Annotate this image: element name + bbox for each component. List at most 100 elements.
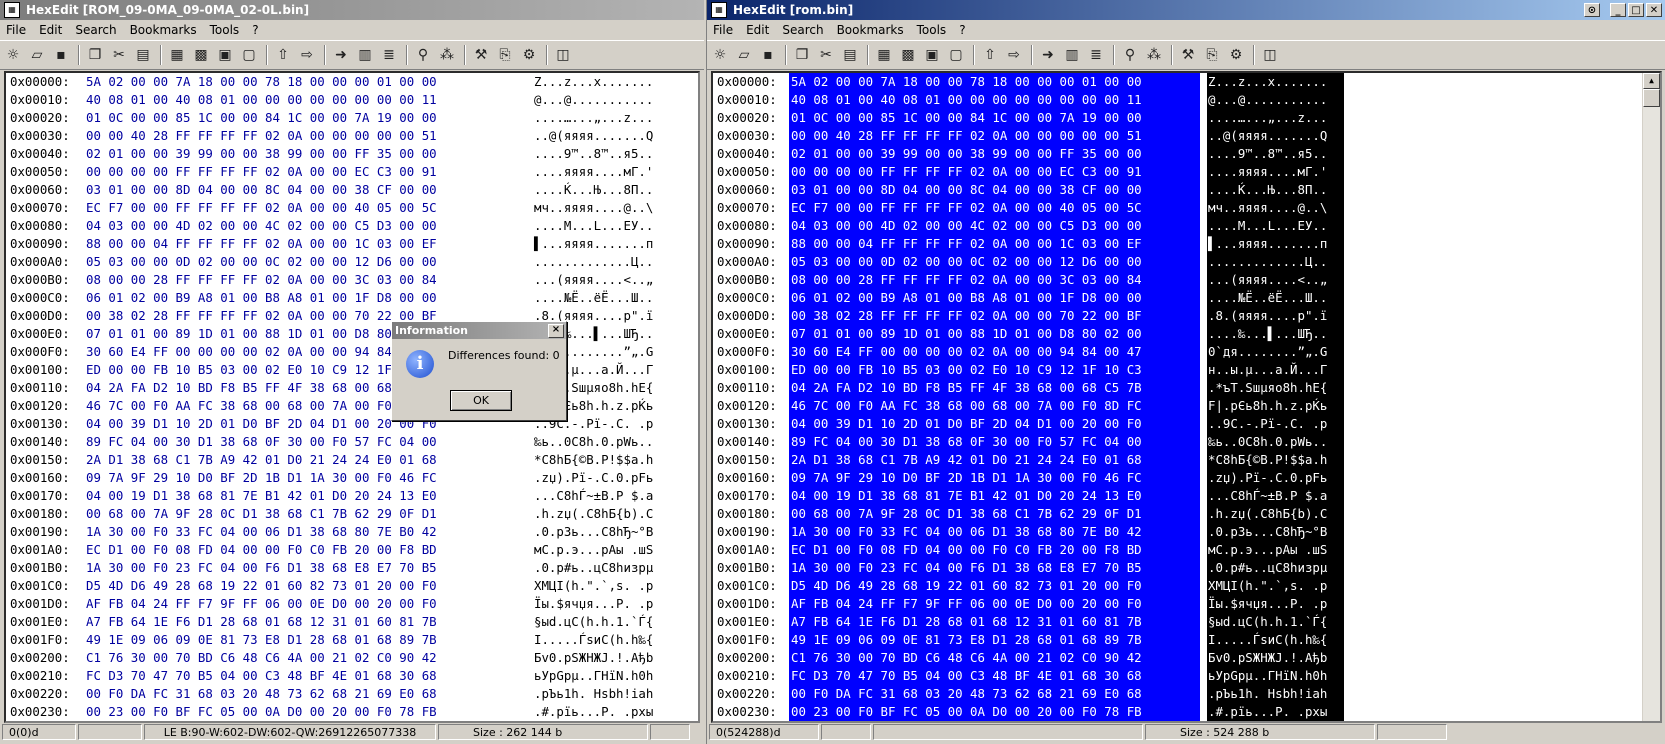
menu-search[interactable]: Search xyxy=(75,23,116,37)
row-ascii[interactable]: ....…...„...z... xyxy=(1208,109,1327,127)
row-ascii[interactable]: Z...z...x....... xyxy=(1208,73,1327,91)
row-hex-bytes[interactable]: 40 08 01 00 40 08 01 00 00 00 00 00 00 0… xyxy=(86,91,437,109)
page-icon[interactable]: ▣ xyxy=(923,46,941,64)
row-hex-bytes[interactable]: 08 00 00 28 FF FF FF FF 02 0A 00 00 3C 0… xyxy=(791,271,1142,289)
row-hex-bytes[interactable]: 00 23 00 F0 BF FC 05 00 0A D0 00 20 00 F… xyxy=(791,703,1142,721)
row-hex-bytes[interactable]: 30 60 E4 FF 00 00 00 00 02 0A 00 00 94 8… xyxy=(86,343,437,361)
row-hex-bytes[interactable]: EC F7 00 00 FF FF FF FF 02 0A 00 00 40 0… xyxy=(86,199,437,217)
row-hex-bytes[interactable]: EC F7 00 00 FF FF FF FF 02 0A 00 00 40 0… xyxy=(791,199,1142,217)
row-ascii[interactable]: ....9™..8™..я5.. xyxy=(1208,145,1327,163)
settings-dropdown-icon[interactable]: ⚙ xyxy=(520,46,538,64)
row-hex-bytes[interactable]: 00 00 00 00 FF FF FF FF 02 0A 00 00 EC C… xyxy=(86,163,437,181)
minimize-icon[interactable]: _ xyxy=(1610,3,1626,17)
row-hex-bytes[interactable]: 00 00 40 28 FF FF FF FF 02 0A 00 00 00 0… xyxy=(86,127,437,145)
row-hex-bytes[interactable]: A7 FB 64 1E F6 D1 28 68 01 68 12 31 01 6… xyxy=(86,613,437,631)
row-ascii[interactable]: .............Ц.. xyxy=(1208,253,1327,271)
menu-search[interactable]: Search xyxy=(782,23,823,37)
menu-file[interactable]: File xyxy=(713,23,733,37)
scroll-up-icon[interactable]: ▲ xyxy=(1643,73,1660,89)
row-ascii[interactable]: @...@........... xyxy=(1208,91,1327,109)
row-ascii[interactable]: I.....ЃsиС(h.h‰{ xyxy=(1208,631,1327,649)
maximize-icon[interactable]: □ xyxy=(1628,3,1644,17)
replace-icon[interactable]: ⁂ xyxy=(438,46,456,64)
right-title-bar[interactable]: ▦ HexEdit [rom.bin] ⊙ _ □ ✕ xyxy=(707,0,1665,20)
row-ascii[interactable]: ХМЦI(h.".`‚s. .p xyxy=(534,577,653,595)
row-hex-bytes[interactable]: D5 4D D6 49 28 68 19 22 01 60 82 73 01 2… xyxy=(86,577,437,595)
row-ascii[interactable]: @...@........... xyxy=(534,91,653,109)
save-icon[interactable]: ▪ xyxy=(52,46,70,64)
row-hex-bytes[interactable]: 09 7A 9F 29 10 D0 BF 2D 1B D1 1A 30 00 F… xyxy=(791,469,1142,487)
row-hex-bytes[interactable]: 00 F0 DA FC 31 68 03 20 48 73 62 68 21 6… xyxy=(86,685,437,703)
grid-view-icon[interactable]: ▦ xyxy=(875,46,893,64)
row-hex-bytes[interactable]: AF FB 04 24 FF F7 9F FF 06 00 0E D0 00 2… xyxy=(86,595,437,613)
row-hex-bytes[interactable]: 02 01 00 00 39 99 00 00 38 99 00 00 FF 3… xyxy=(791,145,1142,163)
row-hex-bytes[interactable]: 2A D1 38 68 C1 7B A9 42 01 D0 21 24 24 E… xyxy=(86,451,437,469)
row-ascii[interactable]: ...(яяяя....<..„ xyxy=(1208,271,1327,289)
row-ascii[interactable]: §ыd.цС(h.h.1.`Ѓ{ xyxy=(534,613,653,631)
new-icon[interactable]: ☼ xyxy=(4,46,22,64)
row-ascii[interactable]: ьУpGpµ..ГHїN.h0h xyxy=(534,667,653,685)
row-ascii[interactable]: .0.p#ь..цС8hизpµ xyxy=(534,559,653,577)
row-hex-bytes[interactable]: 00 F0 DA FC 31 68 03 20 48 73 62 68 21 6… xyxy=(791,685,1142,703)
menu-bookmarks[interactable]: Bookmarks xyxy=(130,23,197,37)
row-hex-bytes[interactable]: 08 00 00 28 FF FF FF FF 02 0A 00 00 3C 0… xyxy=(86,271,437,289)
row-ascii[interactable]: ...С8hЃ~±B.Р $.а xyxy=(1208,487,1327,505)
paste-icon[interactable]: ▤ xyxy=(841,46,859,64)
cut-icon[interactable]: ✂ xyxy=(110,46,128,64)
row-ascii[interactable]: ..@(яяяя.......Q xyxy=(534,127,653,145)
row-hex-bytes[interactable]: EC D1 00 F0 08 FD 04 00 00 F0 C0 FB 20 0… xyxy=(791,541,1142,559)
row-ascii[interactable]: .h.zџ(.С8hБ{b).С xyxy=(1208,505,1327,523)
row-ascii[interactable]: ▌...яяяя.......п xyxy=(1208,235,1327,253)
row-ascii[interactable]: мч..яяяя....@..\ xyxy=(534,199,653,217)
cut-icon[interactable]: ✂ xyxy=(817,46,835,64)
list-icon[interactable]: ≣ xyxy=(380,46,398,64)
row-ascii[interactable]: ...С8hЃ~±B.Р $.а xyxy=(534,487,653,505)
redo-icon[interactable]: ⇨ xyxy=(298,46,316,64)
row-hex-bytes[interactable]: A7 FB 64 1E F6 D1 28 68 01 68 12 31 01 6… xyxy=(791,613,1142,631)
menu-help[interactable]: ? xyxy=(959,23,965,37)
row-ascii[interactable]: ....№Ё..ёЁ...Ш.. xyxy=(1208,289,1327,307)
row-hex-bytes[interactable]: 46 7C 00 F0 AA FC 38 68 00 68 00 7A 00 F… xyxy=(86,397,437,415)
row-ascii[interactable]: *С8hБ{©B.Р!$$а.h xyxy=(534,451,653,469)
row-hex-bytes[interactable]: 00 38 02 28 FF FF FF FF 02 0A 00 00 70 2… xyxy=(86,307,437,325)
row-hex-bytes[interactable]: 01 0C 00 00 85 1C 00 00 84 1C 00 00 7A 1… xyxy=(86,109,437,127)
row-ascii[interactable]: ....яяяя....мГ.' xyxy=(1208,163,1327,181)
row-ascii[interactable]: н..ы.µ...а.Й...Г xyxy=(1208,361,1327,379)
row-ascii[interactable]: ....9™..8™..я5.. xyxy=(534,145,653,163)
row-ascii[interactable]: ..9С.-.Рї-.С. .p xyxy=(1208,415,1327,433)
row-hex-bytes[interactable]: 1A 30 00 F0 23 FC 04 00 F6 D1 38 68 E8 E… xyxy=(791,559,1142,577)
paste-icon[interactable]: ▤ xyxy=(134,46,152,64)
row-hex-bytes[interactable]: 49 1E 09 06 09 0E 81 73 E8 D1 28 68 01 6… xyxy=(86,631,437,649)
open-folder-icon[interactable]: ▱ xyxy=(735,46,753,64)
row-hex-bytes[interactable]: 03 01 00 00 8D 04 00 00 8C 04 00 00 38 C… xyxy=(86,181,437,199)
row-hex-bytes[interactable]: 49 1E 09 06 09 0E 81 73 E8 D1 28 68 01 6… xyxy=(791,631,1142,649)
row-hex-bytes[interactable]: C1 76 30 00 70 BD C6 48 C6 4A 00 21 02 C… xyxy=(791,649,1142,667)
dialog-close-icon[interactable]: × xyxy=(548,323,564,338)
row-hex-bytes[interactable]: FC D3 70 47 70 B5 04 00 C3 48 BF 4E 01 6… xyxy=(791,667,1142,685)
row-ascii[interactable]: ‰ь..0С8h.0.pWь.. xyxy=(534,433,653,451)
row-ascii[interactable]: ....M...L...ЕУ.. xyxy=(1208,217,1327,235)
row-hex-bytes[interactable]: 00 00 40 28 FF FF FF FF 02 0A 00 00 00 0… xyxy=(791,127,1142,145)
row-hex-bytes[interactable]: 1A 30 00 F0 33 FC 04 00 06 D1 38 68 80 7… xyxy=(86,523,437,541)
calculator-icon[interactable]: ▥ xyxy=(1063,46,1081,64)
row-ascii[interactable]: Бv0.pЅЖHЖJ.!.Ађb xyxy=(1208,649,1327,667)
row-hex-bytes[interactable]: 30 60 E4 FF 00 00 00 00 02 0A 00 00 94 8… xyxy=(791,343,1142,361)
row-ascii[interactable]: .pЪь1h. Hsbh!iаh xyxy=(1208,685,1327,703)
copy-icon[interactable]: ❐ xyxy=(793,46,811,64)
row-ascii[interactable]: ..@(яяяя.......Q xyxy=(1208,127,1327,145)
goto-icon[interactable]: ➜ xyxy=(332,46,350,64)
row-hex-bytes[interactable]: 02 01 00 00 39 99 00 00 38 99 00 00 FF 3… xyxy=(86,145,437,163)
row-hex-bytes[interactable]: ED 00 00 FB 10 B5 03 00 02 E0 10 C9 12 1… xyxy=(86,361,437,379)
row-ascii[interactable]: ....№Ё..ёЁ...Ш.. xyxy=(534,289,653,307)
row-hex-bytes[interactable]: 5A 02 00 00 7A 18 00 00 78 18 00 00 00 0… xyxy=(791,73,1142,91)
compare-icon[interactable]: ⎘ xyxy=(1203,46,1221,64)
compare-icon[interactable]: ⎘ xyxy=(496,46,514,64)
row-ascii[interactable]: *С8hБ{©B.Р!$$а.h xyxy=(1208,451,1327,469)
row-ascii[interactable]: ХМЦI(h.".`‚s. .p xyxy=(1208,577,1327,595)
row-hex-bytes[interactable]: 04 2A FA D2 10 BD F8 B5 FF 4F 38 68 00 6… xyxy=(791,379,1142,397)
row-ascii[interactable]: ▌...яяяя.......п xyxy=(534,235,653,253)
dialog-title-bar[interactable]: Information × xyxy=(392,322,566,339)
row-hex-bytes[interactable]: 04 03 00 00 4D 02 00 00 4C 02 00 00 C5 D… xyxy=(86,217,437,235)
row-hex-bytes[interactable]: 07 01 01 00 89 1D 01 00 88 1D 01 00 D8 8… xyxy=(791,325,1142,343)
row-hex-bytes[interactable]: 00 00 00 00 FF FF FF FF 02 0A 00 00 EC C… xyxy=(791,163,1142,181)
